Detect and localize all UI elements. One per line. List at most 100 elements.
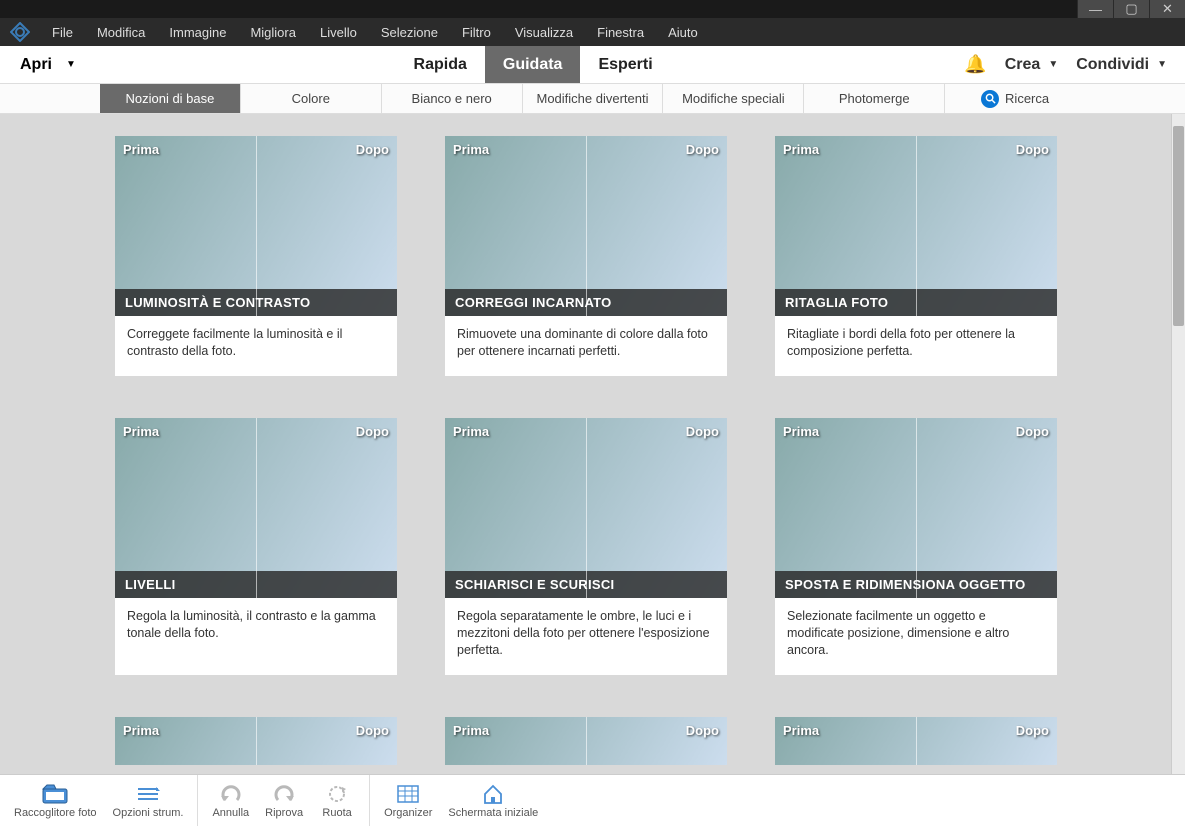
spacer (102, 46, 396, 83)
undo-icon (218, 783, 244, 805)
photo-bin-button[interactable]: Raccoglitore foto (6, 775, 105, 826)
card-title: SPOSTA E RIDIMENSIONA OGGETTO (775, 571, 1057, 598)
redo-icon (271, 783, 297, 805)
card-sposta-ridimensiona[interactable]: Prima Dopo SPOSTA E RIDIMENSIONA OGGETTO… (775, 418, 1057, 675)
modebar: Apri ▼ Rapida Guidata Esperti 🔔 Crea ▼ C… (0, 46, 1185, 84)
search-label: Ricerca (1005, 91, 1049, 106)
category-tabs: Nozioni di base Colore Bianco e nero Mod… (0, 84, 1185, 114)
label-dopo: Dopo (356, 723, 389, 738)
organizer-button[interactable]: Organizer (376, 775, 440, 826)
open-button[interactable]: Apri ▼ (0, 46, 102, 83)
label-prima: Prima (783, 723, 819, 738)
tab-esperti[interactable]: Esperti (580, 46, 670, 83)
photo-bin-label: Raccoglitore foto (14, 807, 97, 819)
card-schiarisci-scurisci[interactable]: Prima Dopo SCHIARISCI E SCURISCI Regola … (445, 418, 727, 675)
menu-selezione[interactable]: Selezione (369, 20, 450, 45)
chevron-down-icon: ▼ (1157, 59, 1167, 70)
card-desc: Regola separatamente le ombre, le luci e… (445, 598, 727, 675)
window-close-button[interactable]: ✕ (1149, 0, 1185, 18)
menu-aiuto[interactable]: Aiuto (656, 20, 710, 45)
card-title: SCHIARISCI E SCURISCI (445, 571, 727, 598)
organizer-icon (395, 783, 421, 805)
chevron-down-icon: ▼ (66, 59, 76, 70)
home-button[interactable]: Schermata iniziale (440, 775, 546, 826)
card-image: Prima Dopo (115, 717, 397, 765)
card-image: Prima Dopo CORREGGI INCARNATO (445, 136, 727, 316)
label-dopo: Dopo (686, 723, 719, 738)
close-icon: ✕ (1162, 1, 1173, 17)
card-partial-1[interactable]: Prima Dopo (115, 717, 397, 765)
app-logo-icon (6, 21, 34, 43)
card-desc: Ritagliate i bordi della foto per ottene… (775, 316, 1057, 376)
rotate-button[interactable]: Ruota (311, 775, 363, 826)
label-prima: Prima (123, 142, 159, 157)
titlebar: — ▢ ✕ (0, 0, 1185, 18)
label-prima: Prima (783, 142, 819, 157)
card-partial-3[interactable]: Prima Dopo (775, 717, 1057, 765)
card-title: LIVELLI (115, 571, 397, 598)
bell-icon[interactable]: 🔔 (964, 54, 986, 75)
cat-photomerge[interactable]: Photomerge (804, 84, 945, 113)
crea-label: Crea (1005, 56, 1041, 74)
organizer-label: Organizer (384, 807, 432, 819)
card-image: Prima Dopo (775, 717, 1057, 765)
menu-filtro[interactable]: Filtro (450, 20, 503, 45)
card-desc: Selezionate facilmente un oggetto e modi… (775, 598, 1057, 675)
menu-migliora[interactable]: Migliora (238, 20, 308, 45)
card-desc: Correggete facilmente la luminosità e il… (115, 316, 397, 376)
label-dopo: Dopo (356, 142, 389, 157)
tool-options-button[interactable]: Opzioni strum. (105, 775, 192, 826)
cat-modifiche-divertenti[interactable]: Modifiche divertenti (523, 84, 664, 113)
cat-nozioni-di-base[interactable]: Nozioni di base (100, 84, 241, 113)
tab-guidata[interactable]: Guidata (485, 46, 581, 83)
undo-button[interactable]: Annulla (204, 775, 257, 826)
window-maximize-button[interactable]: ▢ (1113, 0, 1149, 18)
tool-options-label: Opzioni strum. (113, 807, 184, 819)
menu-visualizza[interactable]: Visualizza (503, 20, 585, 45)
redo-label: Riprova (265, 807, 303, 819)
label-dopo: Dopo (686, 142, 719, 157)
chevron-down-icon: ▼ (1048, 59, 1058, 70)
content-grid: Prima Dopo LUMINOSITÀ E CONTRASTO Correg… (0, 114, 1171, 774)
open-button-label: Apri (20, 56, 52, 74)
menu-immagine[interactable]: Immagine (157, 20, 238, 45)
card-livelli[interactable]: Prima Dopo LIVELLI Regola la luminosità,… (115, 418, 397, 675)
label-prima: Prima (123, 424, 159, 439)
card-partial-2[interactable]: Prima Dopo (445, 717, 727, 765)
photo-bin-icon (42, 783, 68, 805)
menu-file[interactable]: File (40, 20, 85, 45)
maximize-icon: ▢ (1125, 1, 1137, 17)
condividi-button[interactable]: Condividi ▼ (1076, 56, 1167, 74)
card-image: Prima Dopo SCHIARISCI E SCURISCI (445, 418, 727, 598)
group-bin: Raccoglitore foto Opzioni strum. (0, 775, 198, 826)
rotate-icon (324, 783, 350, 805)
card-image: Prima Dopo RITAGLIA FOTO (775, 136, 1057, 316)
label-prima: Prima (783, 424, 819, 439)
home-label: Schermata iniziale (448, 807, 538, 819)
right-group: 🔔 Crea ▼ Condividi ▼ (964, 46, 1185, 83)
redo-button[interactable]: Riprova (257, 775, 311, 826)
card-luminosita-contrasto[interactable]: Prima Dopo LUMINOSITÀ E CONTRASTO Correg… (115, 136, 397, 376)
cat-bianco-e-nero[interactable]: Bianco e nero (382, 84, 523, 113)
cat-search[interactable]: Ricerca (945, 84, 1085, 113)
card-correggi-incarnato[interactable]: Prima Dopo CORREGGI INCARNATO Rimuovete … (445, 136, 727, 376)
mode-tabs: Rapida Guidata Esperti (396, 46, 671, 83)
tool-options-icon (135, 783, 161, 805)
vertical-scrollbar[interactable] (1171, 114, 1185, 774)
card-ritaglia-foto[interactable]: Prima Dopo RITAGLIA FOTO Ritagliate i bo… (775, 136, 1057, 376)
card-desc: Regola la luminosità, il contrasto e la … (115, 598, 397, 658)
cat-modifiche-speciali[interactable]: Modifiche speciali (663, 84, 804, 113)
window-minimize-button[interactable]: — (1077, 0, 1113, 18)
menu-modifica[interactable]: Modifica (85, 20, 157, 45)
minimize-icon: — (1089, 2, 1102, 17)
rotate-label: Ruota (322, 807, 351, 819)
menu-livello[interactable]: Livello (308, 20, 369, 45)
crea-button[interactable]: Crea ▼ (1005, 56, 1058, 74)
card-image: Prima Dopo LIVELLI (115, 418, 397, 598)
cat-colore[interactable]: Colore (241, 84, 382, 113)
scrollbar-thumb[interactable] (1173, 126, 1184, 326)
search-icon (981, 90, 999, 108)
label-dopo: Dopo (356, 424, 389, 439)
menu-finestra[interactable]: Finestra (585, 20, 656, 45)
tab-rapida[interactable]: Rapida (396, 46, 485, 83)
